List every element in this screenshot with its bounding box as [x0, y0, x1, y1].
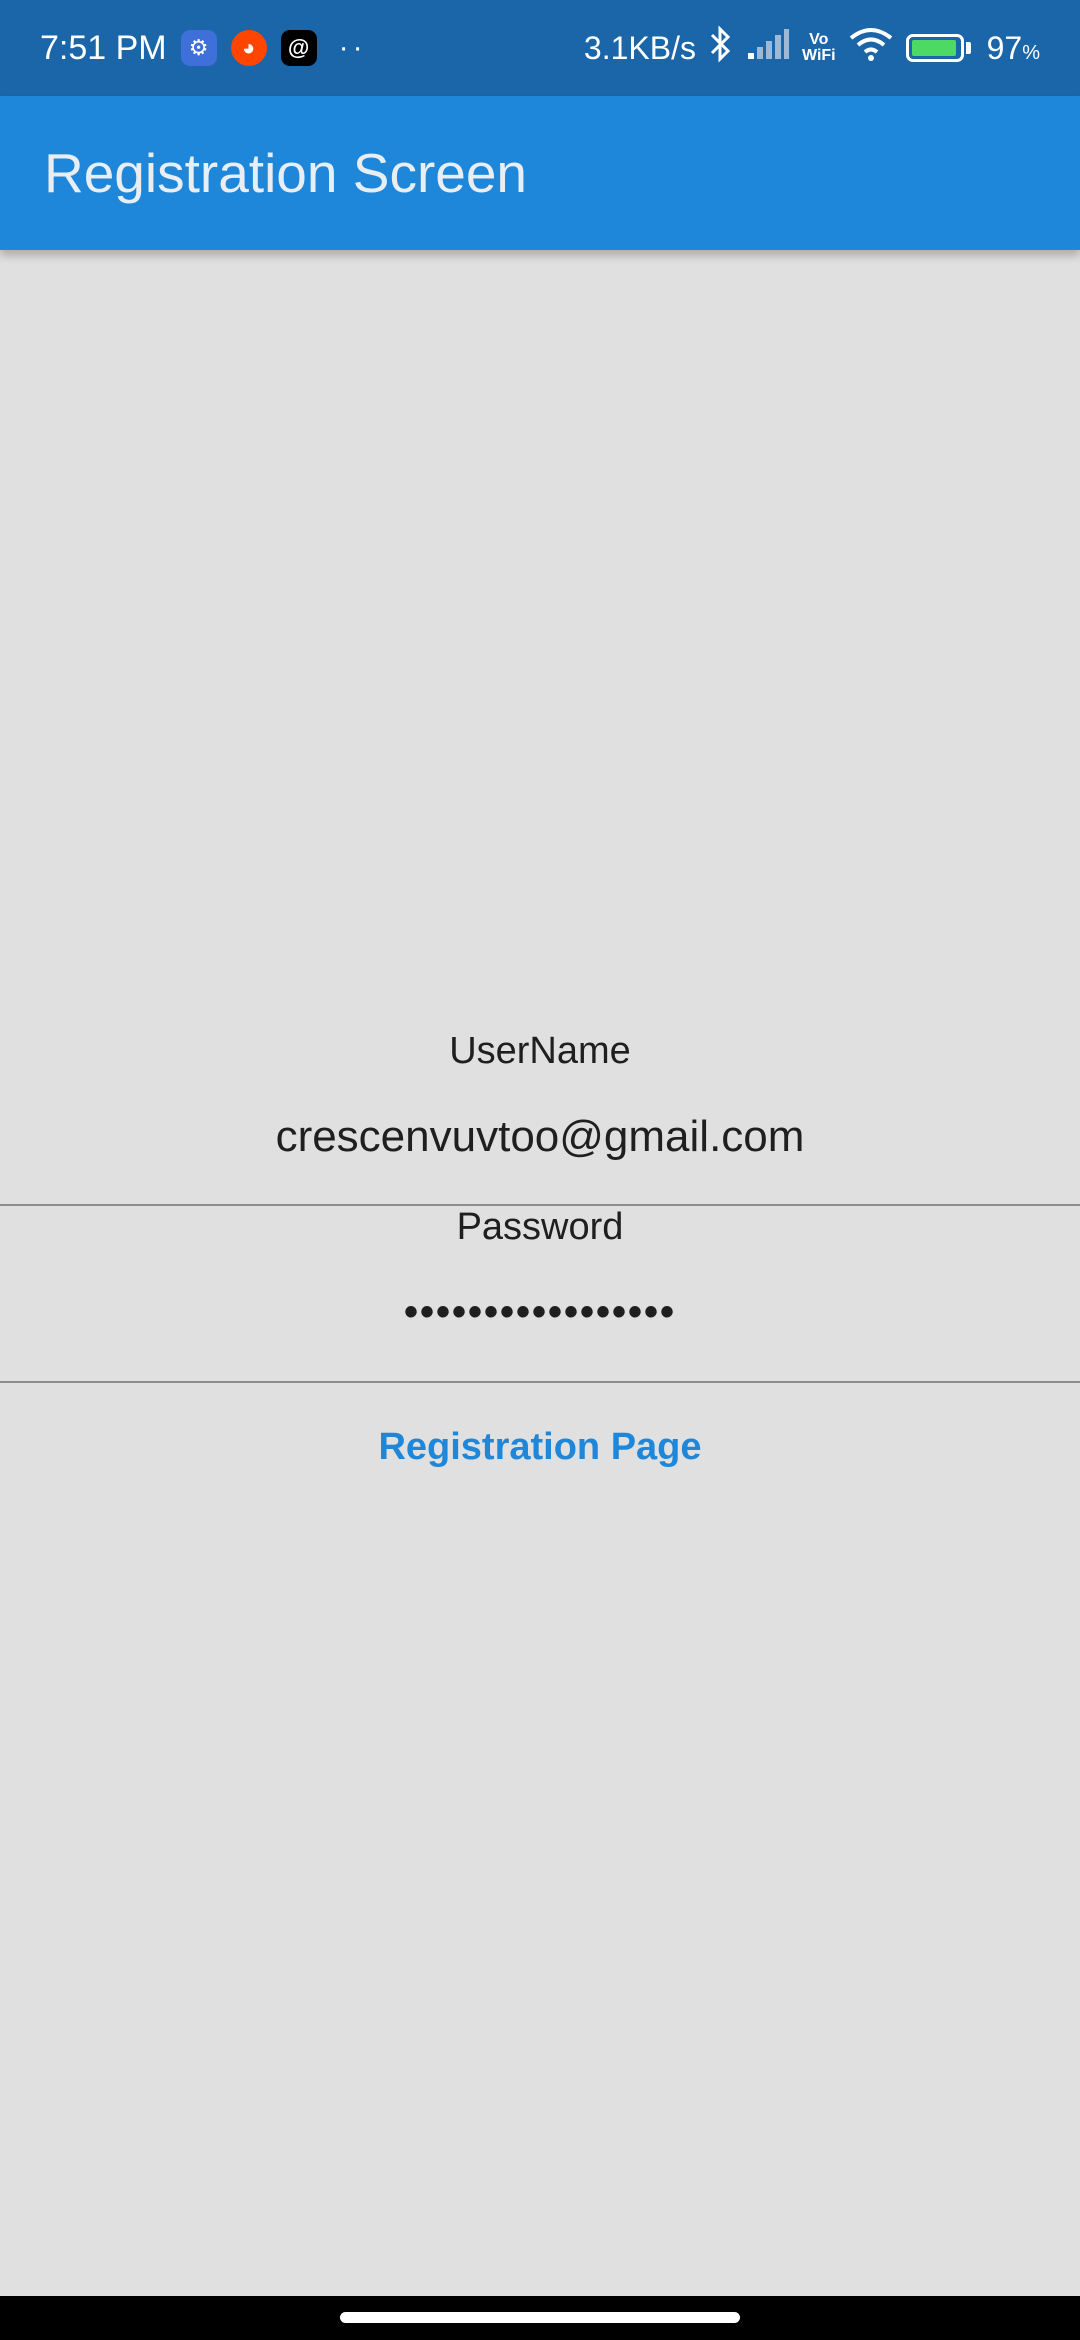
wifi-icon	[848, 26, 894, 71]
navigation-bar	[0, 2296, 1080, 2340]
registration-page-button[interactable]: Registration Page	[0, 1426, 1080, 1469]
threads-icon: @	[280, 30, 317, 66]
battery-charging-icon	[905, 34, 971, 62]
settings-app-icon: ⚙	[180, 30, 217, 66]
network-speed: 3.1KB/s	[583, 29, 696, 66]
vowifi-indicator: Vo WiFi	[802, 32, 836, 64]
battery-percent: 97%	[987, 30, 1040, 67]
password-input[interactable]: •••••••••••••••••	[0, 1290, 1080, 1335]
battery-level-fill	[911, 40, 957, 56]
battery-percent-value: 97	[986, 29, 1023, 66]
vowifi-top: Vo	[809, 31, 829, 48]
status-bar: 7:51 PM ⚙ ◕ @ ·· 3.1KB/s Vo WiFi 97%	[0, 0, 1080, 96]
username-label: UserName	[449, 1030, 631, 1072]
battery-percent-unit: %	[1022, 41, 1040, 64]
battery-tip	[965, 42, 971, 54]
bluetooth-icon	[708, 24, 734, 72]
status-time: 7:51 PM	[40, 28, 167, 67]
home-indicator[interactable]	[340, 2312, 740, 2323]
vowifi-bottom: WiFi	[801, 47, 836, 64]
username-input[interactable]: crescenvuvtoo@gmail.com	[0, 1112, 1080, 1162]
reddit-icon: ◕	[230, 30, 267, 66]
app-bar: Registration Screen	[0, 96, 1080, 250]
battery-body	[905, 34, 964, 62]
cell-signal-icon	[746, 27, 790, 70]
overflow-dots-icon: ··	[338, 31, 367, 64]
status-right: 3.1KB/s Vo WiFi 97%	[583, 24, 1040, 72]
password-label: Password	[456, 1206, 624, 1248]
app-bar-title: Registration Screen	[44, 142, 528, 204]
password-underline	[0, 1381, 1080, 1383]
status-left: 7:51 PM ⚙ ◕ @ ··	[40, 29, 367, 68]
